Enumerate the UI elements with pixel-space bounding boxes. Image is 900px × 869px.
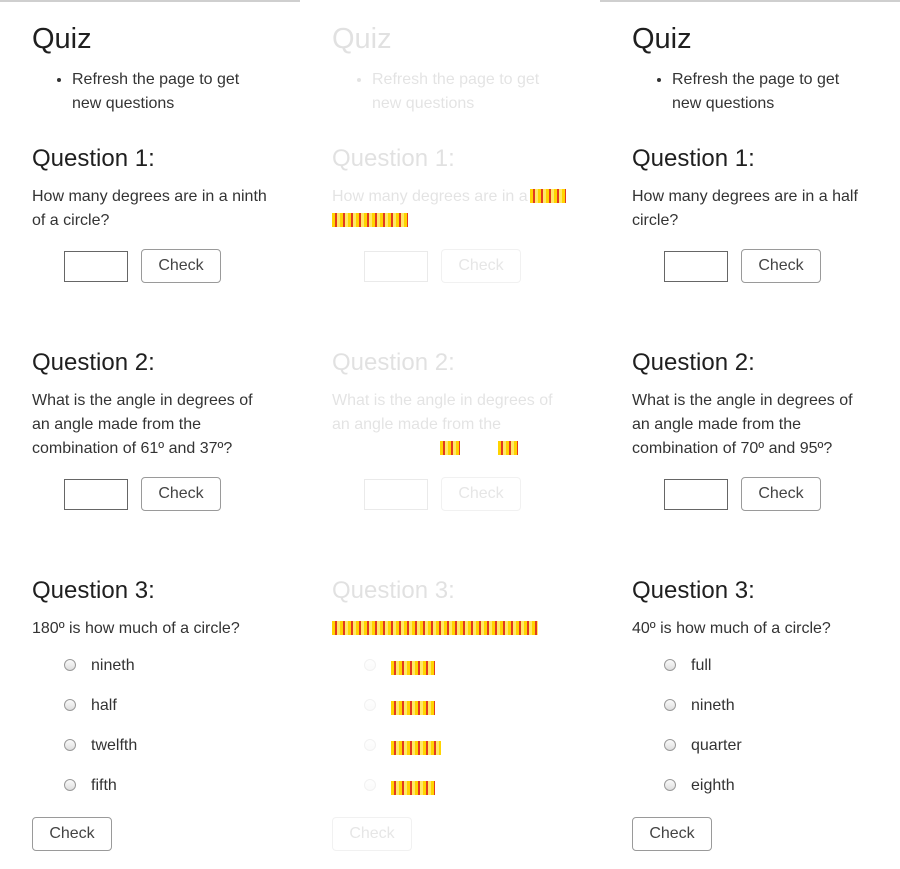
question-2-heading: Question 2: [632,349,755,376]
question-1-answer-input[interactable] [64,251,128,282]
question-1-heading: Question 1: [32,145,155,172]
option-label: eighth [691,777,735,794]
question-2-answer-input[interactable] [664,479,728,510]
option-label: full [691,657,712,674]
radio-button[interactable] [364,739,376,751]
radio-button[interactable] [64,779,76,791]
question-1-answer-input[interactable] [364,251,428,282]
question-2-answer-input[interactable] [64,479,128,510]
question-3-text: 40º is how much of a circle? [632,620,831,637]
question-3-check-button[interactable]: Check [632,817,712,851]
question-1-text: How many degrees are in a half circle? [632,188,858,229]
radio-button[interactable] [664,659,676,671]
quiz-column-1: Quiz Refresh the page to get new questio… [0,0,300,869]
quiz-column-2: Quiz Refresh the page to get new questio… [300,0,600,869]
question-2-heading: Question 2: [32,349,155,376]
option-label: half [91,697,117,714]
radio-button[interactable] [664,739,676,751]
instruction-item: Refresh the page to get new questions [672,68,872,116]
render-glitch [498,441,518,455]
render-glitch [391,701,435,715]
question-3-check-button[interactable]: Check [332,817,412,851]
question-2-text: What is the angle in degrees of an angle… [332,392,553,433]
question-1-check-button[interactable]: Check [141,249,221,283]
question-1-answer-input[interactable] [664,251,728,282]
option-label: quarter [691,737,742,754]
question-2-text: What is the angle in degrees of an angle… [32,392,253,457]
question-1-check-button[interactable]: Check [441,249,521,283]
render-glitch [332,213,408,227]
option-label: nineth [91,657,135,674]
instructions-list: Refresh the page to get new questions [32,68,272,116]
question-2-answer-input[interactable] [364,479,428,510]
radio-button[interactable] [64,659,76,671]
render-glitch [440,441,460,455]
render-glitch [391,661,435,675]
radio-button[interactable] [64,699,76,711]
question-3-heading: Question 3: [332,577,455,604]
radio-button[interactable] [364,699,376,711]
quiz-column-3: Quiz Refresh the page to get new questio… [600,0,900,869]
quiz-title: Quiz [332,23,392,55]
question-1-heading: Question 1: [632,145,755,172]
instructions-list: Refresh the page to get new questions [332,68,572,116]
radio-button[interactable] [364,779,376,791]
radio-button[interactable] [664,779,676,791]
question-3-text: 180º is how much of a circle? [32,620,240,637]
option-label: fifth [91,777,117,794]
quiz-title: Quiz [632,23,692,55]
question-2-heading: Question 2: [332,349,455,376]
question-2-text: What is the angle in degrees of an angle… [632,392,853,457]
question-3-check-button[interactable]: Check [32,817,112,851]
render-glitch [530,189,566,203]
question-3-heading: Question 3: [632,577,755,604]
render-glitch [332,621,538,635]
radio-button[interactable] [64,739,76,751]
radio-button[interactable] [664,699,676,711]
render-glitch [391,741,441,755]
question-3-heading: Question 3: [32,577,155,604]
question-1-text: How many degrees are in a ninth of a cir… [32,188,267,229]
question-2-check-button[interactable]: Check [141,477,221,511]
question-2-check-button[interactable]: Check [441,477,521,511]
question-2-check-button[interactable]: Check [741,477,821,511]
option-label: nineth [691,697,735,714]
option-label: twelfth [91,737,138,754]
radio-button[interactable] [364,659,376,671]
quiz-title: Quiz [32,23,92,55]
render-glitch [391,781,435,795]
question-1-check-button[interactable]: Check [741,249,821,283]
instruction-item: Refresh the page to get new questions [372,68,572,116]
instructions-list: Refresh the page to get new questions [632,68,872,116]
instruction-item: Refresh the page to get new questions [72,68,272,116]
question-1-heading: Question 1: [332,145,455,172]
